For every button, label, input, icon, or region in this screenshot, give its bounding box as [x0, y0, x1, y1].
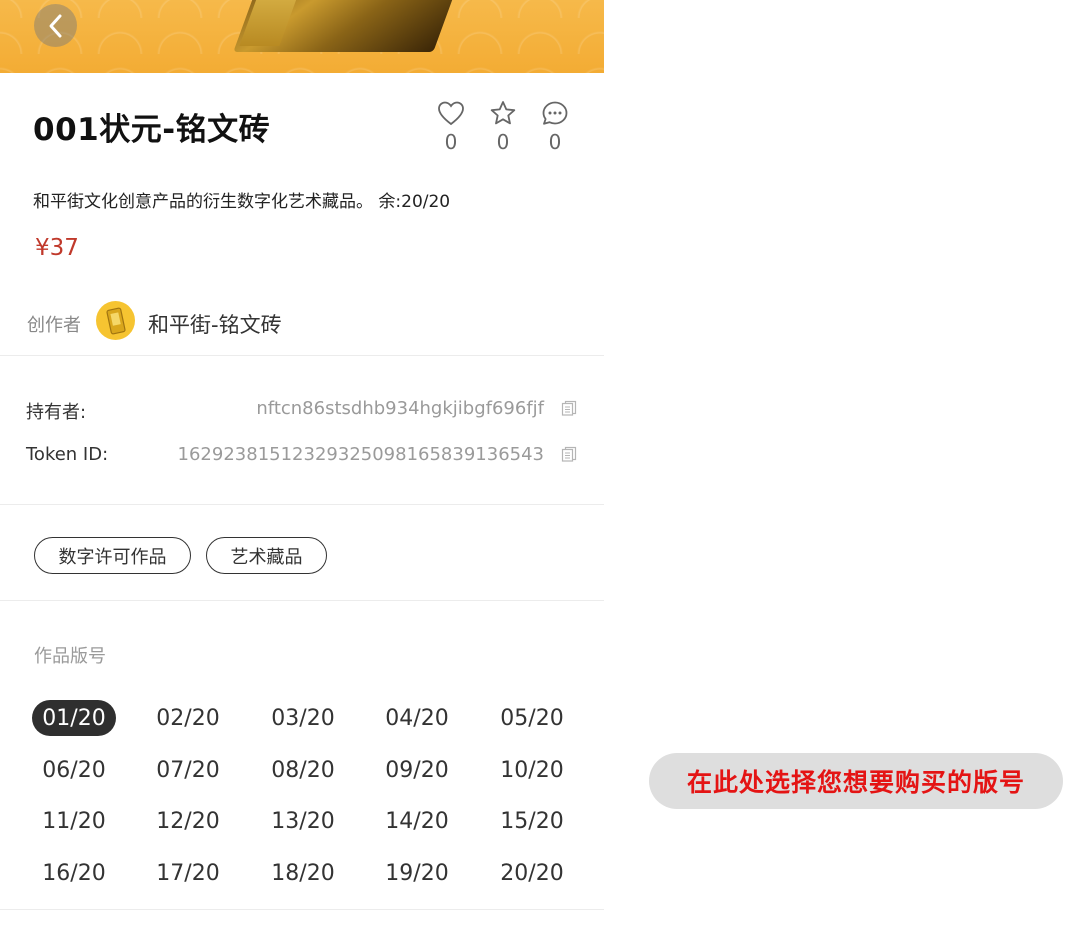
editions-label: 作品版号 — [34, 646, 106, 667]
creator-name[interactable]: 和平街-铭文砖 — [148, 309, 282, 339]
edition-option[interactable]: 14/20 — [360, 803, 474, 839]
edition-option[interactable]: 11/20 — [17, 803, 131, 839]
copy-icon[interactable] — [561, 446, 577, 462]
gold-bar-icon — [105, 307, 126, 334]
edition-hint-tooltip: 在此处选择您想要购买的版号 — [649, 753, 1063, 809]
divider — [0, 600, 604, 601]
edition-option[interactable]: 20/20 — [475, 855, 589, 891]
edition-option[interactable]: 05/20 — [475, 700, 589, 736]
edition-option[interactable]: 03/20 — [246, 700, 360, 736]
edition-option[interactable]: 02/20 — [131, 700, 245, 736]
screen: 001状元-铭文砖 0 0 0 和平街文化创意产品的衍生数字化艺术藏品。 余:2… — [0, 0, 1080, 927]
favorite-count: 0 — [496, 130, 510, 154]
edition-option[interactable]: 13/20 — [246, 803, 360, 839]
edition-option[interactable]: 08/20 — [246, 752, 360, 788]
chevron-left-icon — [49, 14, 61, 37]
product-description: 和平街文化创意产品的衍生数字化艺术藏品。 余:20/20 — [33, 192, 451, 212]
creator-avatar[interactable] — [96, 301, 135, 340]
heart-icon — [438, 101, 464, 126]
copy-icon[interactable] — [561, 400, 577, 416]
edition-option[interactable]: 09/20 — [360, 752, 474, 788]
star-icon — [490, 101, 516, 125]
edition-option[interactable]: 15/20 — [475, 803, 589, 839]
edition-option[interactable]: 01/20 — [32, 700, 116, 736]
edition-option[interactable]: 10/20 — [475, 752, 589, 788]
edition-option[interactable]: 12/20 — [131, 803, 245, 839]
tag-digital-license[interactable]: 数字许可作品 — [34, 537, 191, 574]
back-button[interactable] — [34, 4, 77, 47]
holder-label: 持有者: — [26, 402, 87, 423]
edition-option[interactable]: 19/20 — [360, 855, 474, 891]
divider — [0, 355, 604, 356]
edition-option[interactable]: 16/20 — [17, 855, 131, 891]
product-price: ¥37 — [35, 235, 79, 261]
tag-art-collection[interactable]: 艺术藏品 — [206, 537, 327, 574]
comment-icon — [542, 101, 568, 125]
edition-option[interactable]: 17/20 — [131, 855, 245, 891]
like-count: 0 — [444, 130, 458, 154]
edition-option[interactable]: 04/20 — [360, 700, 474, 736]
product-detail-page: 001状元-铭文砖 0 0 0 和平街文化创意产品的衍生数字化艺术藏品。 余:2… — [0, 0, 604, 927]
edition-option[interactable]: 18/20 — [246, 855, 360, 891]
favorite-button[interactable]: 0 — [477, 100, 529, 154]
like-button[interactable]: 0 — [425, 100, 477, 154]
comment-count: 0 — [548, 130, 562, 154]
product-title: 001状元-铭文砖 — [33, 112, 271, 148]
holder-value: nftcn86stsdhb934hgkjibgf696fjf — [256, 398, 544, 419]
stats-bar: 0 0 0 — [425, 100, 581, 154]
divider — [0, 504, 604, 505]
creator-label: 创作者 — [27, 315, 81, 336]
divider — [0, 909, 604, 910]
product-banner-image — [0, 0, 604, 73]
edition-option[interactable]: 07/20 — [131, 752, 245, 788]
comment-button[interactable]: 0 — [529, 100, 581, 154]
edition-option[interactable]: 06/20 — [17, 752, 131, 788]
token-id-label: Token ID: — [26, 444, 109, 465]
token-id-value: 16292381512329325098165839136543 — [177, 444, 544, 465]
